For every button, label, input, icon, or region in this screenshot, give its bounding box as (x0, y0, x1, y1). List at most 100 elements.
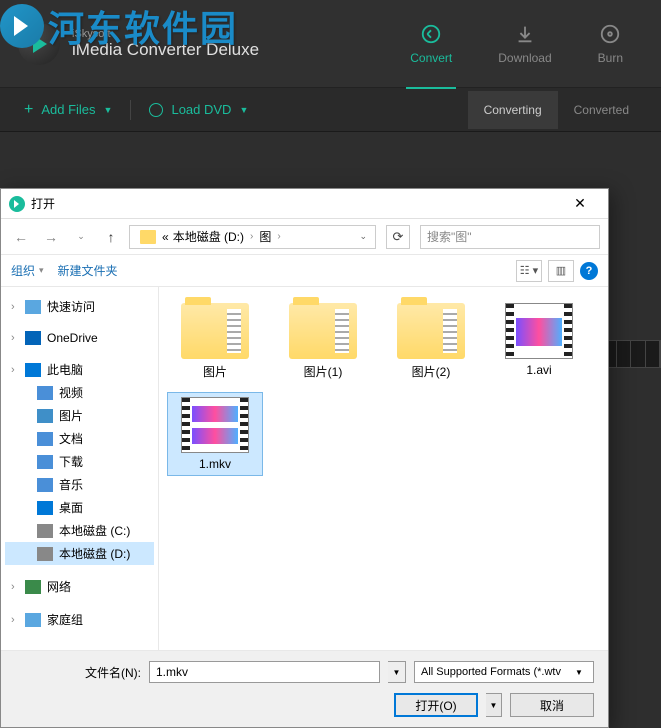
breadcrumb-seg1[interactable]: 本地磁盘 (D:) (173, 228, 244, 245)
cloud-icon (25, 331, 41, 345)
organize-menu[interactable]: 组织 (11, 262, 35, 279)
watermark-logo-icon (0, 4, 44, 48)
separator (130, 100, 131, 120)
tree-label: 快速访问 (47, 298, 95, 315)
desktop-icon (37, 501, 53, 515)
monitor-icon (25, 363, 41, 377)
nav-tree: 快速访问 OneDrive 此电脑 视频 图片 文档 下载 音乐 桌面 本地磁盘… (1, 287, 159, 650)
help-button[interactable]: ? (580, 262, 598, 280)
plus-icon: + (24, 101, 33, 119)
open-dropdown[interactable]: ▼ (486, 693, 502, 717)
dialog-nav-row: ← → ⌄ ↑ « 本地磁盘 (D:) › 图 › ⌄ ⟳ 搜索"图" (1, 219, 608, 255)
search-placeholder: 搜索"图" (427, 228, 472, 245)
tree-label: 家庭组 (47, 611, 83, 628)
subtab-converting[interactable]: Converting (468, 91, 558, 129)
folder-item[interactable]: 图片(2) (383, 299, 479, 384)
tree-music[interactable]: 音乐 (5, 473, 154, 496)
tree-this-pc[interactable]: 此电脑 (5, 358, 154, 381)
breadcrumb-seg2[interactable]: 图 (259, 228, 271, 245)
tab-convert-label: Convert (410, 51, 452, 65)
chevron-down-icon: ▼ (104, 105, 113, 115)
video-file-item[interactable]: 1.avi (491, 299, 587, 384)
new-folder-button[interactable]: 新建文件夹 (58, 262, 118, 279)
tree-documents[interactable]: 文档 (5, 427, 154, 450)
file-name: 1.mkv (199, 457, 231, 471)
load-dvd-button[interactable]: Load DVD ▼ (141, 98, 256, 121)
tab-convert[interactable]: Convert (406, 17, 456, 89)
close-button[interactable]: ✕ (560, 190, 600, 218)
tree-label: 本地磁盘 (D:) (59, 545, 130, 562)
tree-label: 图片 (59, 407, 83, 424)
forward-button[interactable]: → (39, 225, 63, 249)
tree-label: 音乐 (59, 476, 83, 493)
tree-onedrive[interactable]: OneDrive (5, 328, 154, 348)
folder-icon (181, 303, 249, 359)
tree-videos[interactable]: 视频 (5, 381, 154, 404)
up-button[interactable]: ↑ (99, 225, 123, 249)
file-name: 1.avi (526, 363, 551, 377)
preview-pane-button[interactable]: ▥ (548, 260, 574, 282)
chevron-down-icon: ▼ (571, 668, 587, 677)
tab-burn[interactable]: Burn (594, 17, 627, 71)
subtab-converted[interactable]: Converted (558, 91, 645, 129)
filename-label: 文件名(N): (85, 664, 141, 681)
dialog-title: 打开 (31, 195, 560, 212)
dialog-footer: 文件名(N): ▼ All Supported Formats (*.wtv ▼… (1, 650, 608, 727)
tab-download[interactable]: Download (494, 17, 555, 71)
video-icon (37, 386, 53, 400)
tree-disk-d[interactable]: 本地磁盘 (D:) (5, 542, 154, 565)
open-button[interactable]: 打开(O) (394, 693, 478, 717)
video-file-icon (505, 303, 573, 359)
file-name: 图片(2) (412, 363, 451, 380)
recent-dropdown[interactable]: ⌄ (69, 225, 93, 249)
tree-pictures[interactable]: 图片 (5, 404, 154, 427)
folder-item[interactable]: 图片(1) (275, 299, 371, 384)
tree-label: 文档 (59, 430, 83, 447)
tree-desktop[interactable]: 桌面 (5, 496, 154, 519)
view-mode-button[interactable]: ☷ ▾ (516, 260, 542, 282)
folder-icon (397, 303, 465, 359)
cancel-button[interactable]: 取消 (510, 693, 594, 717)
filename-dropdown[interactable]: ▼ (388, 661, 406, 683)
filename-input[interactable] (149, 661, 380, 683)
chevron-down-icon[interactable]: ⌄ (355, 231, 371, 242)
chevron-down-icon: ▼ (239, 105, 248, 115)
dialog-organize-row: 组织 ▾ 新建文件夹 ☷ ▾ ▥ ? (1, 255, 608, 287)
tree-homegroup[interactable]: 家庭组 (5, 608, 154, 631)
breadcrumb-prefix: « (162, 230, 169, 244)
tree-disk-c[interactable]: 本地磁盘 (C:) (5, 519, 154, 542)
chevron-right-icon: › (277, 231, 280, 242)
chevron-down-icon: ▾ (39, 265, 44, 276)
tree-label: 本地磁盘 (C:) (59, 522, 130, 539)
back-button[interactable]: ← (9, 225, 33, 249)
homegroup-icon (25, 613, 41, 627)
breadcrumb[interactable]: « 本地磁盘 (D:) › 图 › ⌄ (129, 225, 376, 249)
file-name: 图片 (203, 363, 227, 380)
music-icon (37, 478, 53, 492)
file-type-filter[interactable]: All Supported Formats (*.wtv ▼ (414, 661, 594, 683)
document-icon (37, 432, 53, 446)
convert-icon (420, 23, 442, 45)
tree-downloads[interactable]: 下载 (5, 450, 154, 473)
tree-network[interactable]: 网络 (5, 575, 154, 598)
refresh-button[interactable]: ⟳ (386, 225, 410, 249)
tree-label: 网络 (47, 578, 71, 595)
video-file-icon (181, 397, 249, 453)
timeline-strip (601, 340, 661, 368)
tree-quick-access[interactable]: 快速访问 (5, 295, 154, 318)
tree-label: 下载 (59, 453, 83, 470)
watermark-overlay: 河东软件园 (0, 0, 238, 52)
burn-icon (599, 23, 621, 45)
star-icon (25, 300, 41, 314)
load-dvd-label: Load DVD (171, 102, 231, 117)
picture-icon (37, 409, 53, 423)
folder-item[interactable]: 图片 (167, 299, 263, 384)
watermark-text: 河东软件园 (48, 0, 238, 52)
disc-icon (149, 103, 163, 117)
filter-text: All Supported Formats (*.wtv (421, 666, 561, 678)
folder-icon (289, 303, 357, 359)
video-file-item[interactable]: 1.mkv (167, 392, 263, 476)
download-folder-icon (37, 455, 53, 469)
search-input[interactable]: 搜索"图" (420, 225, 600, 249)
add-files-button[interactable]: + Add Files ▼ (16, 97, 120, 123)
